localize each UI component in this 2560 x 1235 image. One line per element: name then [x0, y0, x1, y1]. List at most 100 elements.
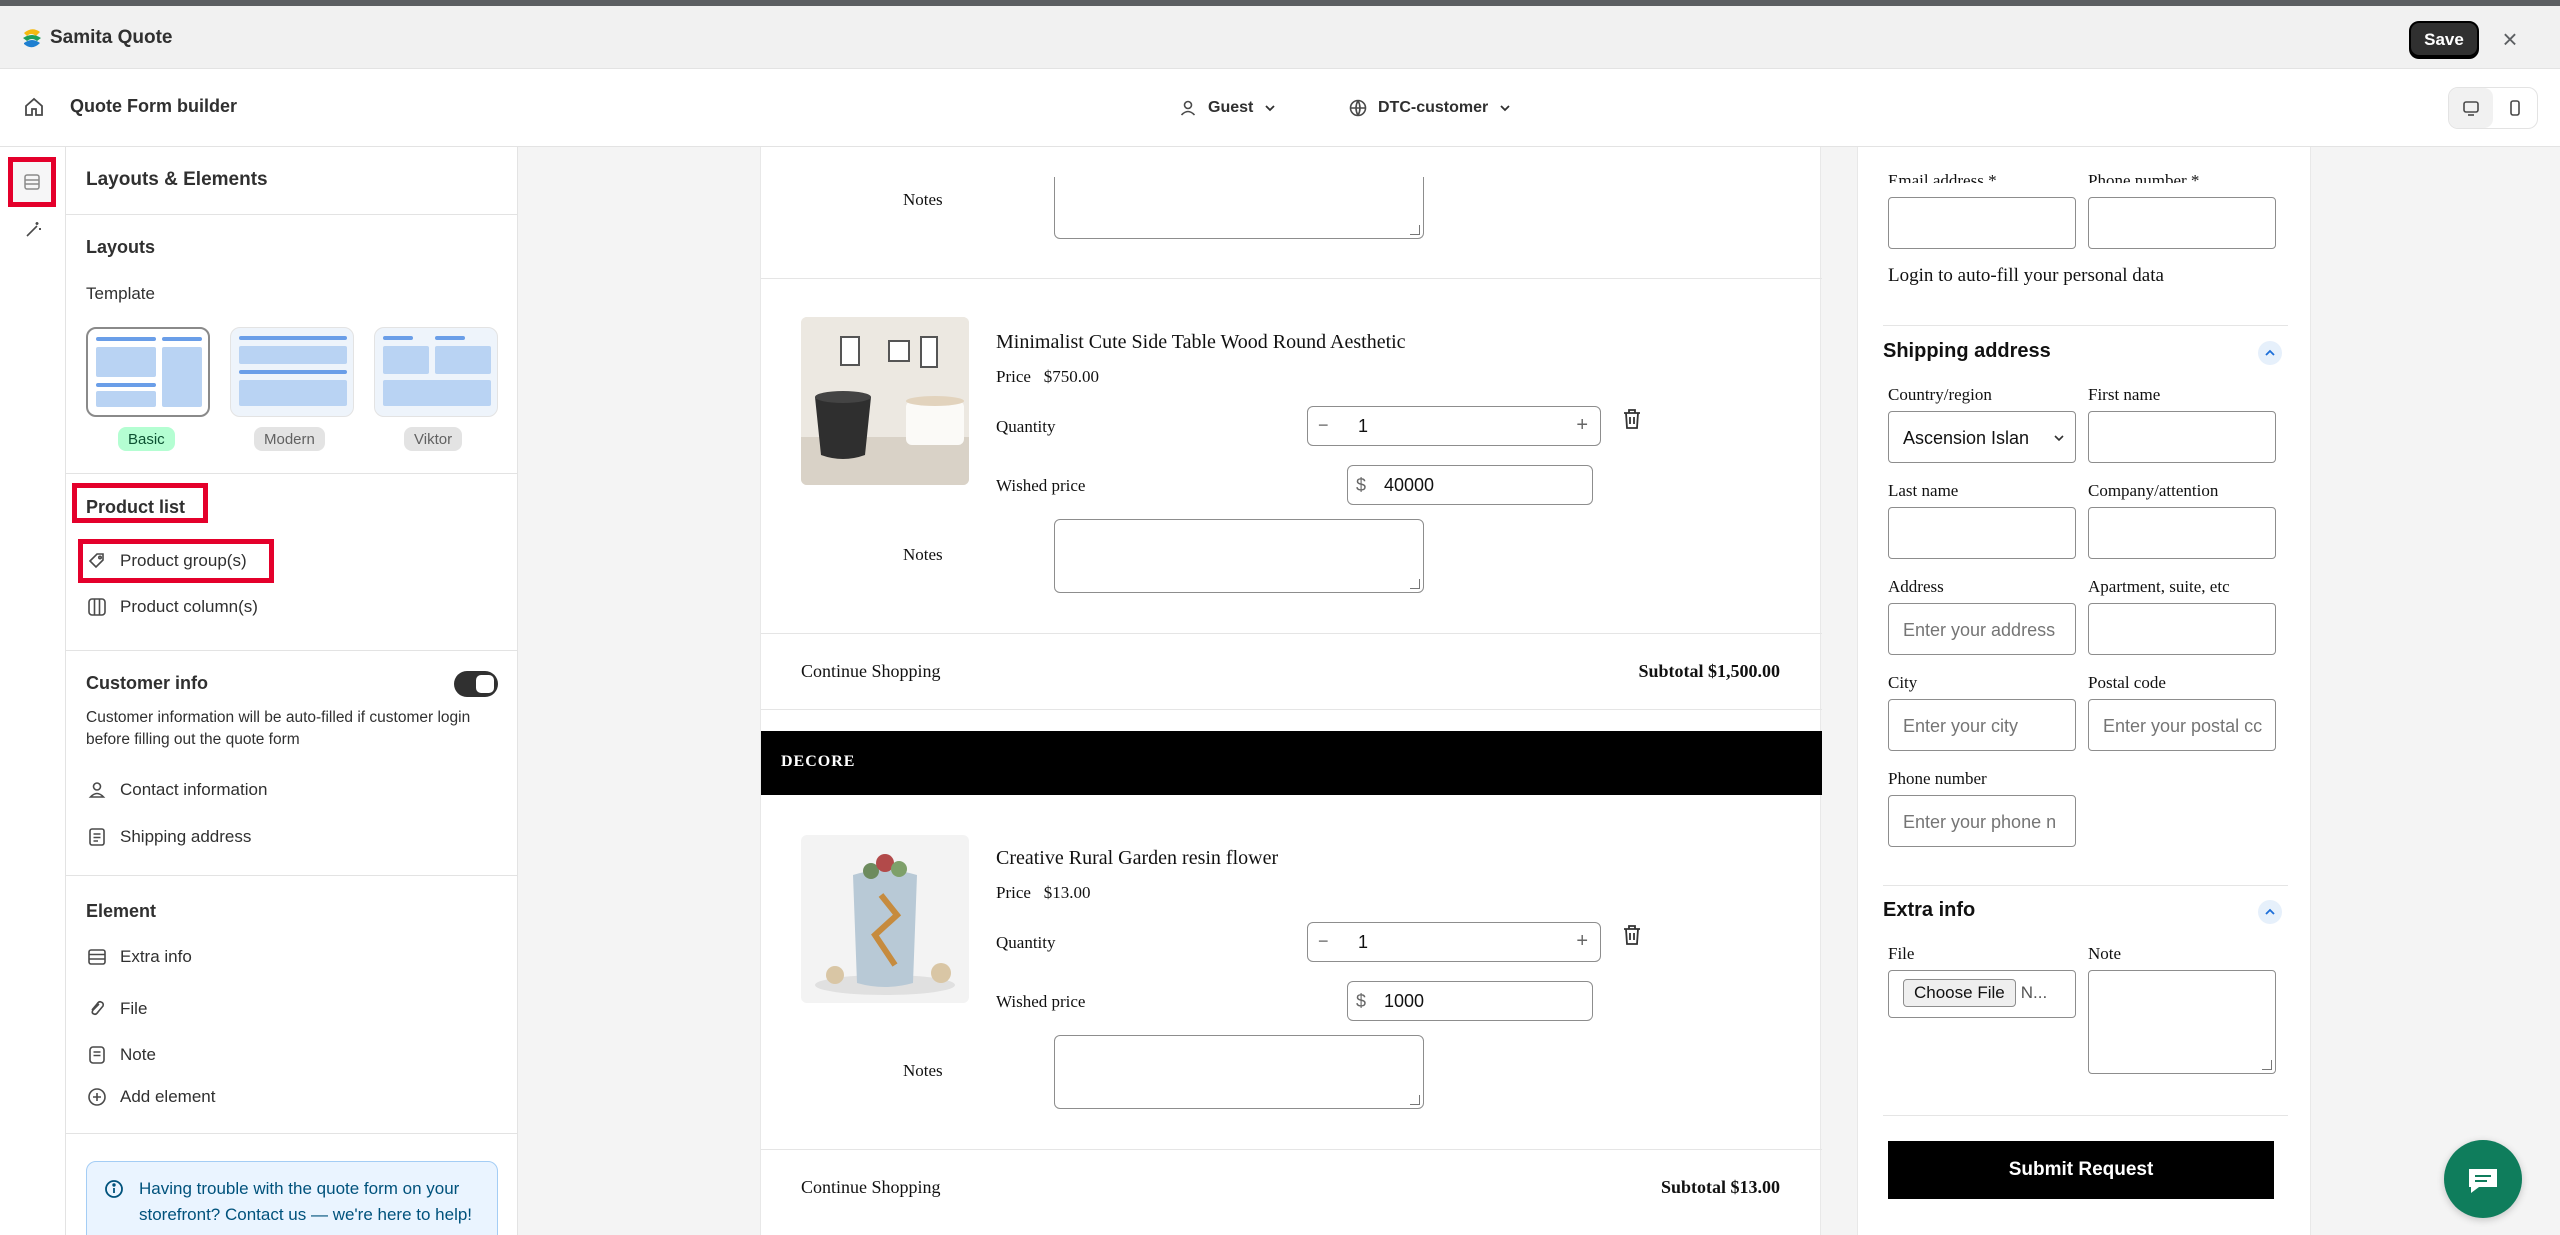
template-basic-label: Basic	[118, 427, 175, 451]
company-field[interactable]	[2088, 507, 2276, 559]
note-item[interactable]: Note	[86, 1040, 156, 1070]
postal-code-field[interactable]: Enter your postal cc	[2088, 699, 2276, 751]
quantity-value: 1	[1358, 416, 1369, 436]
notes-label: Notes	[903, 1061, 943, 1080]
customer-type-select[interactable]: Guest	[1178, 94, 1277, 122]
file-item[interactable]: File	[86, 994, 147, 1024]
choose-file-button[interactable]: Choose File	[1903, 979, 2016, 1007]
template-viktor-label: Viktor	[404, 427, 463, 451]
layouts-heading: Layouts	[86, 237, 156, 257]
quantity-label: Quantity	[996, 417, 1056, 436]
product-name[interactable]: Minimalist Cute Side Table Wood Round Ae…	[996, 331, 1406, 354]
shipping-address-heading: Shipping address	[1883, 340, 2051, 362]
file-input[interactable]: Choose File N...	[1888, 970, 2076, 1018]
paperclip-icon	[91, 1000, 105, 1016]
add-element-item[interactable]: Add element	[86, 1082, 215, 1112]
customer-info-heading: Customer info	[86, 673, 209, 693]
apartment-label: Apartment, suite, etc	[2088, 577, 2230, 596]
product-price: $750.00	[1043, 367, 1099, 386]
trash-icon[interactable]	[1621, 407, 1643, 431]
trash-icon[interactable]	[1621, 923, 1643, 947]
template-viktor-card[interactable]	[374, 327, 498, 417]
app-name: Samita Quote	[50, 27, 173, 48]
product-name[interactable]: Creative Rural Garden resin flower	[996, 847, 1278, 870]
extra-info-item[interactable]: Extra info	[86, 942, 192, 972]
collapse-shipping-button[interactable]	[2258, 341, 2282, 365]
continue-shopping-link[interactable]: Continue Shopping	[801, 661, 941, 682]
phone-field[interactable]	[2088, 197, 2276, 249]
chevron-down-icon	[1265, 105, 1275, 112]
login-autofill-link[interactable]: Login to auto-fill your personal data	[1888, 265, 2164, 287]
submit-request-button[interactable]: Submit Request	[1888, 1141, 2274, 1199]
samita-logo-icon	[23, 29, 41, 48]
quote-cart: Notes Minimalist Cute Side Table Wood Ro…	[760, 147, 1822, 1235]
template-basic-card[interactable]	[86, 327, 210, 417]
notes-textarea[interactable]	[1054, 1035, 1424, 1109]
chevron-up-icon	[2265, 349, 2275, 356]
notes-label: Notes	[903, 190, 943, 209]
template-modern-card[interactable]	[230, 327, 354, 417]
city-field[interactable]: Enter your city	[1888, 699, 2076, 751]
save-button[interactable]: Save	[2409, 21, 2479, 59]
element-heading: Element	[86, 901, 157, 921]
last-name-field[interactable]	[1888, 507, 2076, 559]
chevron-down-icon	[2054, 435, 2064, 442]
product-groups-item[interactable]: Product group(s)	[86, 546, 247, 576]
address-field[interactable]: Enter your address	[1888, 603, 2076, 655]
product-groups-label: Product group(s)	[120, 551, 247, 570]
wished-price-label: Wished price	[996, 476, 1086, 495]
home-icon[interactable]	[22, 95, 46, 119]
desktop-view-button[interactable]	[2449, 88, 2493, 128]
note-label: Note	[2088, 944, 2122, 963]
template-label: Template	[86, 284, 155, 303]
last-name-label: Last name	[1888, 481, 1959, 500]
quantity-stepper[interactable]: − 1 +	[1307, 406, 1601, 446]
shipping-address-label: Shipping address	[120, 827, 252, 846]
wished-price-input[interactable]: $ 1000	[1347, 981, 1593, 1021]
country-value: Ascension Islan	[1903, 428, 2030, 448]
continue-shopping-link[interactable]: Continue Shopping	[801, 1177, 941, 1198]
quantity-stepper[interactable]: − 1 +	[1307, 922, 1601, 962]
contact-information-item[interactable]: Contact information	[86, 775, 267, 805]
increase-quantity-button[interactable]: +	[1576, 414, 1588, 437]
product-columns-item[interactable]: Product column(s)	[86, 592, 258, 622]
address-label: Address	[1888, 577, 1944, 596]
note-textarea[interactable]	[2088, 970, 2276, 1074]
product-image[interactable]	[801, 317, 969, 485]
chat-support-button[interactable]	[2444, 1140, 2522, 1218]
decrease-quantity-button[interactable]: −	[1318, 415, 1329, 436]
shipping-address-item[interactable]: Shipping address	[86, 822, 251, 852]
quantity-value: 1	[1358, 932, 1369, 952]
wished-price-value: 1000	[1384, 991, 1425, 1011]
chat-icon	[2469, 1169, 2497, 1193]
first-name-label: First name	[2088, 385, 2161, 404]
customer-info-toggle[interactable]	[454, 671, 498, 697]
app-topbar: Samita Quote Save ×	[0, 0, 2560, 69]
help-banner[interactable]: Having trouble with the quote form on yo…	[86, 1161, 498, 1235]
segment-select[interactable]: DTC-customer	[1348, 94, 1512, 122]
design-rail-button[interactable]	[10, 207, 56, 253]
collapse-extra-info-button[interactable]	[2258, 900, 2282, 924]
country-select[interactable]: Ascension Islan	[1888, 411, 2076, 463]
increase-quantity-button[interactable]: +	[1576, 930, 1588, 953]
extra-info-label: Extra info	[120, 947, 192, 966]
icon-rail	[0, 147, 66, 1235]
subtotal: Subtotal $13.00	[1660, 1177, 1780, 1197]
mobile-view-button[interactable]	[2493, 88, 2537, 128]
close-icon[interactable]: ×	[2497, 26, 2523, 53]
product-group-header: DECORE	[761, 731, 1822, 795]
file-label: File	[120, 999, 148, 1018]
first-name-field[interactable]	[2088, 411, 2276, 463]
decrease-quantity-button[interactable]: −	[1318, 931, 1329, 952]
phone-number-field[interactable]: Enter your phone n	[1888, 795, 2076, 847]
email-field[interactable]	[1888, 197, 2076, 249]
notes-textarea[interactable]	[1054, 177, 1424, 239]
apartment-field[interactable]	[2088, 603, 2276, 655]
phone-label-top: Phone number *	[2088, 171, 2200, 183]
wished-price-input[interactable]: $ 40000	[1347, 465, 1593, 505]
app-window: Samita Quote Save × Quote Form builder G…	[0, 0, 2560, 1235]
layouts-rail-button[interactable]	[8, 157, 56, 207]
notes-textarea[interactable]	[1054, 519, 1424, 593]
globe-icon	[1349, 99, 1367, 117]
product-image[interactable]	[801, 835, 969, 1003]
